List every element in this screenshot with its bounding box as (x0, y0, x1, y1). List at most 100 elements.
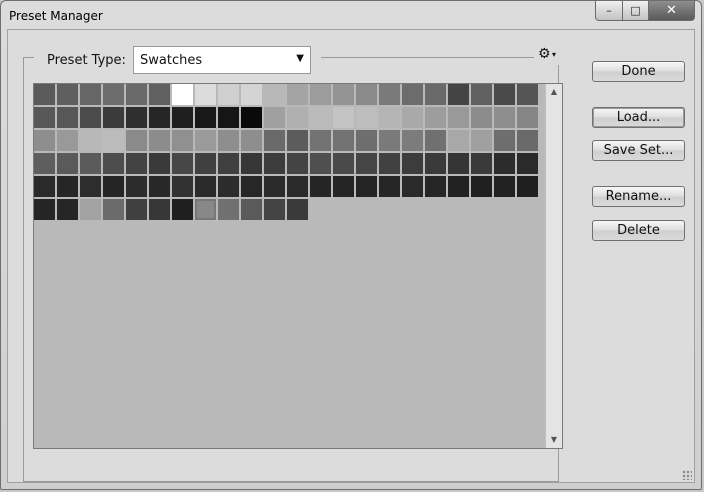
gear-icon[interactable]: ⚙ (538, 46, 551, 62)
swatch-item[interactable] (34, 130, 55, 151)
swatch-item[interactable] (80, 107, 101, 128)
swatch-item[interactable] (126, 107, 147, 128)
swatch-item[interactable] (126, 153, 147, 174)
swatch-item[interactable] (287, 176, 308, 197)
rename-button[interactable]: Rename... (592, 186, 685, 207)
swatch-item[interactable] (333, 153, 354, 174)
swatch-item[interactable] (80, 199, 101, 220)
swatch-item[interactable] (287, 153, 308, 174)
load-button[interactable]: Load... (592, 107, 685, 128)
swatch-item[interactable] (126, 84, 147, 105)
swatch-item[interactable] (80, 153, 101, 174)
swatch-item[interactable] (448, 107, 469, 128)
swatch-item[interactable] (448, 153, 469, 174)
swatch-item[interactable] (218, 84, 239, 105)
close-button[interactable]: ✕ (649, 1, 695, 21)
swatch-item[interactable] (80, 84, 101, 105)
swatch-item[interactable] (34, 107, 55, 128)
swatch-item[interactable] (494, 153, 515, 174)
swatch-item[interactable] (333, 84, 354, 105)
maximize-button[interactable]: □ (623, 1, 649, 21)
swatch-item[interactable] (103, 107, 124, 128)
swatch-item[interactable] (356, 153, 377, 174)
swatch-item[interactable] (310, 84, 331, 105)
preset-type-select[interactable]: Swatches ▼ (133, 46, 311, 74)
swatch-item[interactable] (57, 199, 78, 220)
swatch-item[interactable] (264, 130, 285, 151)
swatch-item[interactable] (149, 130, 170, 151)
swatch-item[interactable] (425, 84, 446, 105)
swatch-item[interactable] (517, 176, 538, 197)
swatch-item[interactable] (517, 130, 538, 151)
swatch-item[interactable] (448, 176, 469, 197)
swatch-item[interactable] (287, 84, 308, 105)
swatch-item[interactable] (34, 84, 55, 105)
swatch-item[interactable] (34, 199, 55, 220)
swatch-item[interactable] (517, 153, 538, 174)
swatch-item[interactable] (241, 130, 262, 151)
swatch-item[interactable] (471, 153, 492, 174)
swatch-item[interactable] (218, 176, 239, 197)
resize-grip-icon[interactable] (682, 470, 692, 480)
swatch-item[interactable] (264, 84, 285, 105)
swatch-item[interactable] (448, 84, 469, 105)
swatch-item[interactable] (494, 107, 515, 128)
swatch-item[interactable] (149, 107, 170, 128)
swatch-item[interactable] (494, 84, 515, 105)
swatch-item[interactable] (471, 107, 492, 128)
swatch-item[interactable] (310, 153, 331, 174)
swatch-item[interactable] (471, 84, 492, 105)
swatch-item[interactable] (494, 176, 515, 197)
swatch-item[interactable] (402, 153, 423, 174)
swatch-item[interactable] (402, 84, 423, 105)
swatch-item[interactable] (379, 84, 400, 105)
swatch-item[interactable] (287, 107, 308, 128)
swatch-item[interactable] (149, 176, 170, 197)
swatch-item[interactable] (333, 176, 354, 197)
swatch-item[interactable] (57, 130, 78, 151)
swatch-item[interactable] (172, 130, 193, 151)
swatch-item[interactable] (471, 176, 492, 197)
swatch-item[interactable] (195, 153, 216, 174)
swatch-item[interactable] (172, 84, 193, 105)
swatch-item[interactable] (310, 176, 331, 197)
swatch-item[interactable] (34, 153, 55, 174)
swatch-item[interactable] (57, 153, 78, 174)
swatch-item[interactable] (195, 199, 216, 220)
swatch-item[interactable] (195, 107, 216, 128)
vertical-scrollbar[interactable]: ▲ ▼ (545, 84, 562, 448)
swatch-list[interactable]: ▲ ▼ (33, 83, 563, 449)
swatch-item[interactable] (241, 153, 262, 174)
swatch-item[interactable] (356, 107, 377, 128)
swatch-item[interactable] (218, 153, 239, 174)
swatch-item[interactable] (218, 130, 239, 151)
swatch-item[interactable] (425, 130, 446, 151)
swatch-item[interactable] (402, 176, 423, 197)
swatch-item[interactable] (448, 130, 469, 151)
swatch-item[interactable] (379, 176, 400, 197)
swatch-item[interactable] (517, 84, 538, 105)
swatch-item[interactable] (172, 153, 193, 174)
swatch-item[interactable] (264, 107, 285, 128)
swatch-item[interactable] (149, 199, 170, 220)
swatch-item[interactable] (126, 176, 147, 197)
swatch-item[interactable] (195, 130, 216, 151)
swatch-item[interactable] (333, 107, 354, 128)
swatch-item[interactable] (471, 130, 492, 151)
delete-button[interactable]: Delete (592, 220, 685, 241)
swatch-item[interactable] (103, 199, 124, 220)
swatch-item[interactable] (356, 176, 377, 197)
swatch-item[interactable] (310, 130, 331, 151)
swatch-item[interactable] (264, 199, 285, 220)
swatch-item[interactable] (241, 107, 262, 128)
swatch-item[interactable] (425, 153, 446, 174)
swatch-item[interactable] (494, 130, 515, 151)
swatch-item[interactable] (34, 176, 55, 197)
swatch-item[interactable] (103, 176, 124, 197)
swatch-item[interactable] (379, 130, 400, 151)
swatch-item[interactable] (241, 176, 262, 197)
swatch-item[interactable] (402, 107, 423, 128)
swatch-item[interactable] (425, 176, 446, 197)
swatch-item[interactable] (57, 84, 78, 105)
swatch-item[interactable] (264, 153, 285, 174)
